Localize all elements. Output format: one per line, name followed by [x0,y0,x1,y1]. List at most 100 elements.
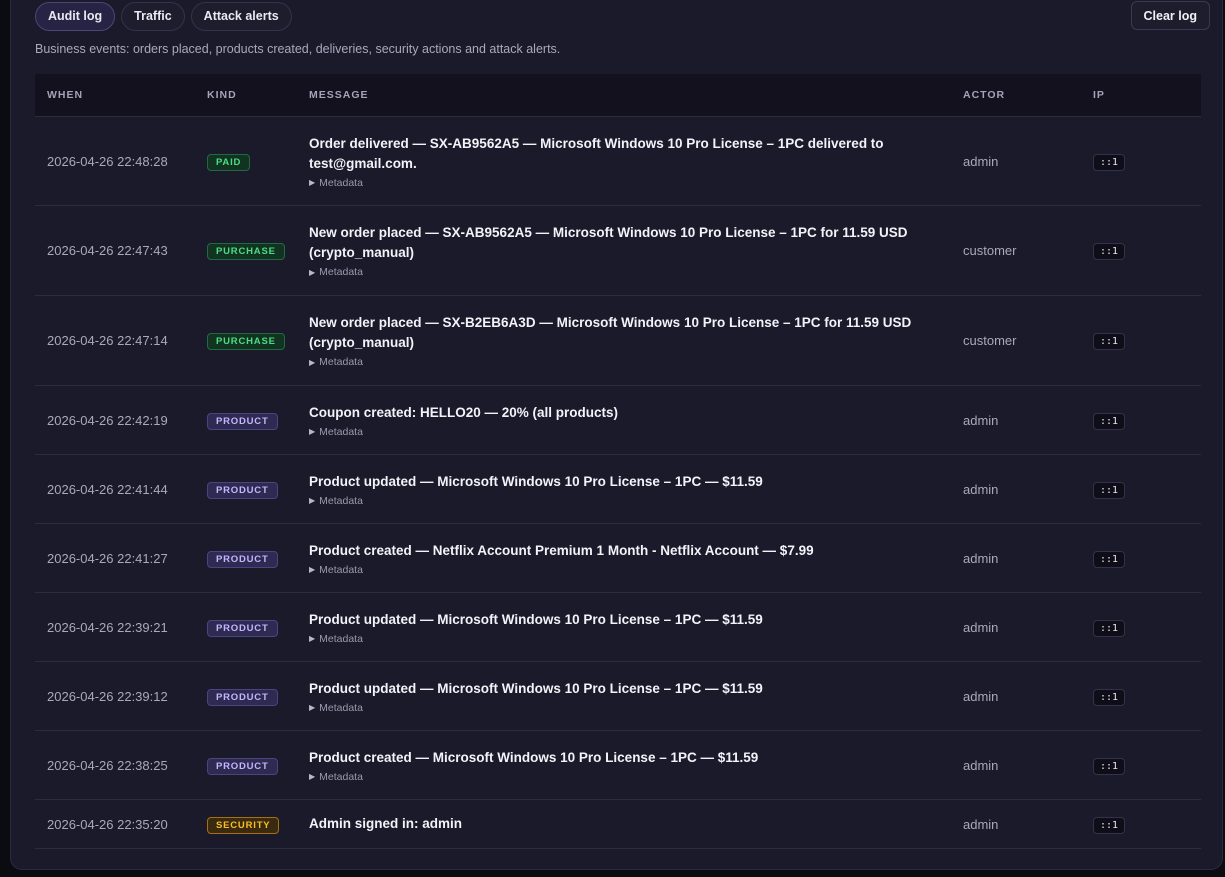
row-message: Coupon created: HELLO20 — 20% (all produ… [309,404,619,420]
table-row: 2026-04-26 22:41:44 PRODUCT Product update… [35,455,1201,524]
row-message-continued: (crypto_manual) [309,335,415,350]
triangle-right-icon: ▶ [309,703,316,712]
row-kind-cell: SECURITY [195,815,297,834]
audit-panel: Audit log Traffic Attack alerts Clear lo… [10,0,1223,870]
row-message-cell: Order delivered — SX-AB9562A5 — Microsof… [297,134,951,189]
table-row: 2026-04-26 22:41:27 PRODUCT Product create… [35,524,1201,593]
row-message: Admin signed in: admin [309,816,463,831]
table-row: 2026-04-26 22:42:19 PRODUCT Coupon created… [35,386,1201,455]
row-actor: admin [963,481,999,497]
row-actor: admin [963,412,999,428]
triangle-right-icon: ▶ [309,496,316,505]
metadata-toggle[interactable]: ▶ Metadata [309,633,951,645]
metadata-toggle[interactable]: ▶ Metadata [309,356,951,368]
triangle-right-icon: ▶ [309,772,316,781]
table-body: 2026-04-26 22:48:28 PAID Order delivered —… [35,117,1201,849]
metadata-label: Metadata [319,770,363,783]
tab-traffic[interactable]: Traffic [121,1,185,31]
row-message-cell: Product updated — Microsoft Windows 10 P… [297,610,951,645]
metadata-label: Metadata [319,176,363,189]
kind-badge: PRODUCT [207,481,278,499]
ip-chip: ::1 [1093,816,1126,834]
row-kind-cell: PRODUCT [195,411,297,430]
row-ip-cell: ::1 [1081,152,1201,171]
table-row: 2026-04-26 22:38:25 PRODUCT Product create… [35,731,1201,800]
row-ip-cell: ::1 [1081,411,1201,430]
row-kind-cell: PRODUCT [195,618,297,637]
row-message: Product updated — Microsoft Windows 10 P… [309,473,763,489]
row-message: New order placed — SX-AB9562A5 — Microso… [309,225,908,240]
tab-audit-log[interactable]: Audit log [35,1,116,31]
column-header-kind: KIND [207,89,237,101]
metadata-label: Metadata [319,632,363,645]
row-message: Product updated — Microsoft Windows 10 P… [309,680,763,696]
metadata-toggle[interactable]: ▶ Metadata [309,426,951,438]
triangle-right-icon: ▶ [309,267,316,277]
row-timestamp: 2026-04-26 22:47:43 [47,243,168,258]
row-message-cell: New order placed — SX-B2EB6A3D — Microso… [297,313,951,368]
row-kind-cell: PAID [195,152,297,171]
metadata-label: Metadata [319,701,363,714]
row-ip-cell: ::1 [1081,815,1201,834]
ip-chip: ::1 [1093,757,1126,775]
kind-badge: SECURITY [207,816,280,834]
row-message: Product updated — Microsoft Windows 10 P… [309,611,763,627]
ip-chip: ::1 [1093,243,1126,260]
row-actor: admin [963,153,999,169]
triangle-right-icon: ▶ [309,565,316,574]
column-header-when: WHEN [47,89,84,101]
row-message: Order delivered — SX-AB9562A5 — Microsof… [309,135,884,151]
triangle-right-icon: ▶ [309,357,316,367]
kind-badge: PURCHASE [207,333,285,350]
kind-badge: PRODUCT [207,412,278,430]
row-kind-cell: PURCHASE [195,331,297,350]
column-header-message: MESSAGE [309,89,369,101]
table-row: 2026-04-26 22:35:20 SECURITY Admin signed … [35,800,1201,849]
ip-chip: ::1 [1093,688,1126,706]
row-timestamp: 2026-04-26 22:35:20 [47,816,168,832]
row-kind-cell: PRODUCT [195,756,297,775]
row-actor: admin [963,619,999,635]
metadata-toggle[interactable]: ▶ Metadata [309,564,951,576]
row-kind-cell: PRODUCT [195,549,297,568]
row-message-cell: Product updated — Microsoft Windows 10 P… [297,679,951,714]
metadata-label: Metadata [319,266,363,278]
audit-table: WHEN KIND MESSAGE ACTOR IP 2026-04-26 22… [35,74,1201,849]
metadata-toggle[interactable]: ▶ Metadata [309,266,951,278]
row-actor: admin [963,688,999,704]
row-message-continued: test@gmail.com. [309,155,417,171]
row-message: Product created — Netflix Account Premiu… [309,542,814,558]
row-timestamp: 2026-04-26 22:48:28 [47,153,168,169]
row-timestamp: 2026-04-26 22:42:19 [47,412,168,428]
row-message-cell: Product created — Microsoft Windows 10 P… [297,748,951,783]
ip-chip: ::1 [1093,333,1126,350]
row-message-cell: Coupon created: HELLO20 — 20% (all produ… [297,403,951,438]
row-actor: admin [963,816,999,832]
metadata-label: Metadata [319,494,363,507]
row-timestamp: 2026-04-26 22:41:27 [47,550,168,566]
row-message: New order placed — SX-B2EB6A3D — Microso… [309,315,912,330]
ip-chip: ::1 [1093,412,1126,430]
metadata-toggle[interactable]: ▶ Metadata [309,771,951,783]
metadata-toggle[interactable]: ▶ Metadata [309,495,951,507]
row-actor: customer [963,333,1017,348]
triangle-right-icon: ▶ [309,427,316,436]
row-actor: admin [963,550,999,566]
ip-chip: ::1 [1093,153,1126,171]
kind-badge: PRODUCT [207,688,278,706]
row-ip-cell: ::1 [1081,331,1201,350]
metadata-toggle[interactable]: ▶ Metadata [309,177,951,189]
table-row: 2026-04-26 22:47:14 PURCHASE New order pla… [35,296,1201,386]
metadata-toggle[interactable]: ▶ Metadata [309,702,951,714]
triangle-right-icon: ▶ [309,178,316,187]
row-ip-cell: ::1 [1081,687,1201,706]
row-timestamp: 2026-04-26 22:38:25 [47,757,168,773]
row-kind-cell: PURCHASE [195,241,297,260]
metadata-label: Metadata [319,563,363,576]
table-row: 2026-04-26 22:47:43 PURCHASE New order pla… [35,206,1201,296]
tab-attack-alerts[interactable]: Attack alerts [190,1,292,31]
clear-log-button[interactable]: Clear log [1130,1,1210,30]
row-message-continued: (crypto_manual) [309,245,415,260]
row-message-cell: Product updated — Microsoft Windows 10 P… [297,472,951,507]
row-kind-cell: PRODUCT [195,687,297,706]
